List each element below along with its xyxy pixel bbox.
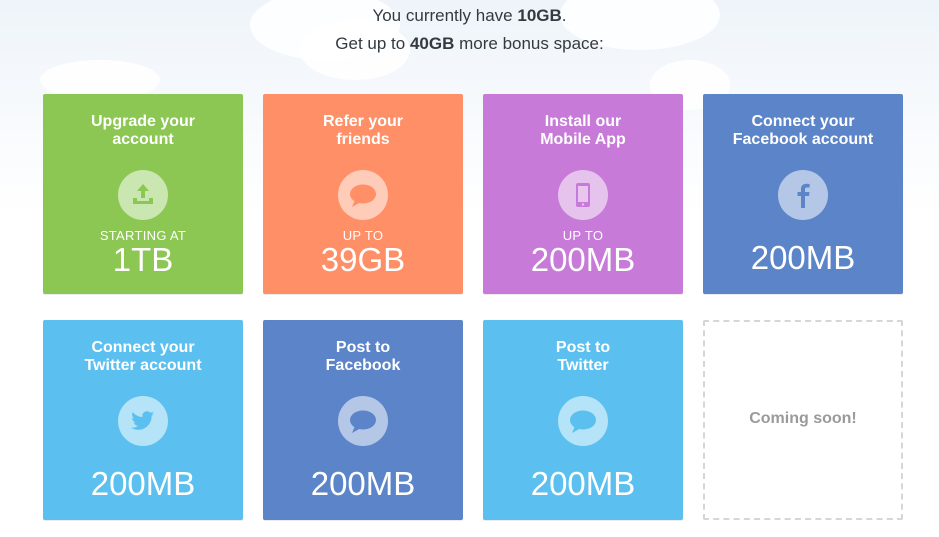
card-title: Upgrade your account bbox=[90, 113, 195, 148]
current-storage-line: You currently have 10GB. bbox=[372, 6, 567, 25]
post-to-twitter-card[interactable]: Post to Twitter 200MB bbox=[483, 320, 683, 520]
install-mobile-app-card[interactable]: Install our Mobile App UP TO 200MB bbox=[483, 94, 683, 294]
speech-bubble-icon bbox=[558, 396, 608, 446]
card-value: 200MB bbox=[530, 465, 636, 502]
bonus-space-amount: 40GB bbox=[409, 34, 455, 53]
mobile-phone-icon bbox=[558, 170, 608, 220]
twitter-bird-icon bbox=[118, 396, 168, 446]
storage-summary: You currently have 10GB. Get up to 40GB … bbox=[0, 2, 939, 58]
card-value: 39GB bbox=[320, 241, 406, 278]
upgrade-account-card[interactable]: Upgrade your account STARTING AT 1TB bbox=[43, 94, 243, 294]
card-value: 200MB bbox=[750, 239, 856, 276]
connect-twitter-card[interactable]: Connect your Twitter account 200MB bbox=[43, 320, 243, 520]
refer-friends-card[interactable]: Refer your friends UP TO 39GB bbox=[263, 94, 463, 294]
card-value: 200MB bbox=[90, 465, 196, 502]
card-title: Refer your friends bbox=[322, 113, 404, 148]
card-value: 200MB bbox=[310, 465, 416, 502]
coming-soon-placeholder: Coming soon! bbox=[703, 320, 903, 520]
facebook-icon bbox=[778, 170, 828, 220]
speech-bubble-icon bbox=[338, 170, 388, 220]
coming-soon-label: Coming soon! bbox=[749, 410, 857, 427]
card-value: 200MB bbox=[530, 241, 636, 278]
speech-bubble-icon bbox=[338, 396, 388, 446]
card-title: Post to Facebook bbox=[325, 339, 401, 374]
connect-facebook-card[interactable]: Connect your Facebook account 200MB bbox=[703, 94, 903, 294]
post-to-facebook-card[interactable]: Post to Facebook 200MB bbox=[263, 320, 463, 520]
card-title: Install our Mobile App bbox=[540, 113, 626, 148]
card-title: Connect your Twitter account bbox=[84, 339, 202, 374]
card-title: Connect your Facebook account bbox=[732, 113, 874, 148]
current-storage-amount: 10GB bbox=[517, 6, 562, 25]
card-title: Post to Twitter bbox=[555, 339, 611, 374]
card-value: 1TB bbox=[112, 241, 174, 278]
bonus-space-line: Get up to 40GB more bonus space: bbox=[335, 34, 604, 53]
upload-tray-icon bbox=[118, 170, 168, 220]
